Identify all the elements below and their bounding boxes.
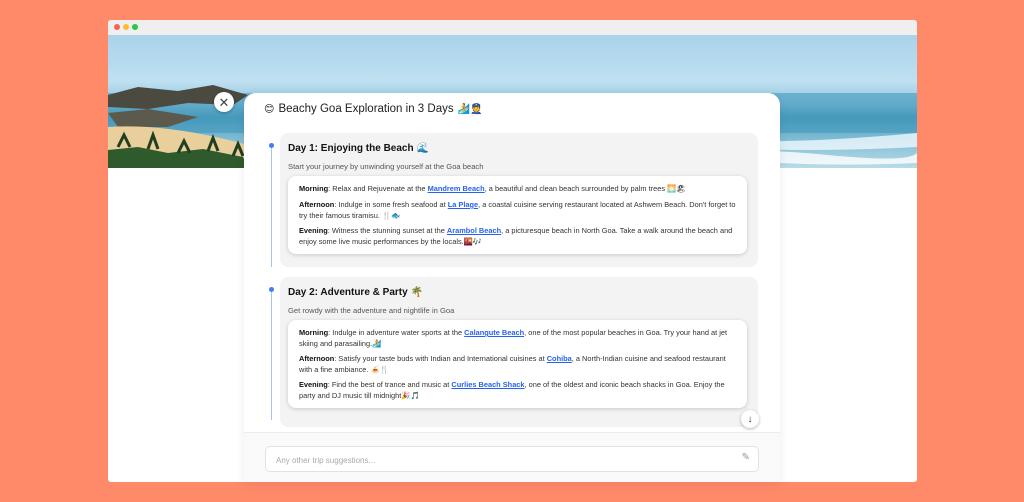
activity-text: , a beautiful and clean beach surrounded… [484,184,686,193]
pencil-icon[interactable]: ✎ [742,452,750,463]
place-link-curlies-beach-shack[interactable]: Curlies Beach Shack [451,380,524,389]
panel-title: 😊 Beachy Goa Exploration in 3 Days 🏄👮 [264,103,483,115]
window-maximize-dot[interactable] [132,24,138,30]
activity-label: Evening [299,226,328,235]
surfer-emoji-icon: 🏄👮 [457,103,483,115]
activity-text: : Relax and Rejuvenate at the [328,184,428,193]
activity-label: Morning [299,328,329,337]
scroll-down-button[interactable]: ↓ [741,410,759,428]
activity-afternoon: Afternoon: Indulge in some fresh seafood… [299,199,736,221]
activity-afternoon: Afternoon: Satisfy your taste buds with … [299,353,736,375]
activity-text: : Satisfy your taste buds with Indian an… [334,354,547,363]
window-titlebar [108,20,917,35]
chat-input-bar: ✎ [244,432,780,482]
day-subtitle: Start your journey by unwinding yourself… [288,162,484,171]
activity-label: Afternoon [299,354,335,363]
arrow-down-icon: ↓ [747,413,753,425]
day-activities: Morning: Relax and Rejuvenate at the Man… [288,176,747,254]
place-link-la-plage[interactable]: La Plage [448,200,478,209]
activity-label: Evening [299,380,328,389]
day-title: Day 2: Adventure & Party 🌴 [288,287,423,298]
day-title: Day 1: Enjoying the Beach 🌊 [288,143,429,154]
day-title-text: Day 1: Enjoying the Beach [288,143,414,154]
close-icon: ✕ [218,94,230,110]
place-link-mandrem-beach[interactable]: Mandrem Beach [428,184,485,193]
place-link-arambol-beach[interactable]: Arambol Beach [447,226,501,235]
day-card-1: Day 1: Enjoying the Beach 🌊 Start your j… [280,133,758,267]
palm-tree-emoji-icon: 🌴 [410,287,424,298]
day-subtitle: Get rowdy with the adventure and nightli… [288,306,455,315]
place-link-calangute-beach[interactable]: Calangute Beach [464,328,524,337]
timeline-line-day-1 [271,148,272,267]
timeline-line-day-2 [271,292,272,420]
activity-label: Morning [299,184,329,193]
activity-evening: Evening: Witness the stunning sunset at … [299,225,736,247]
activity-evening: Evening: Find the best of trance and mus… [299,379,736,401]
wave-emoji-icon: 🌊 [416,143,430,154]
place-link-cohiba[interactable]: Cohiba [547,354,572,363]
activity-text: : Indulge in adventure water sports at t… [328,328,465,337]
activity-morning: Morning: Relax and Rejuvenate at the Man… [299,183,736,194]
activity-morning: Morning: Indulge in adventure water spor… [299,327,736,349]
close-button[interactable]: ✕ [214,92,234,112]
activity-text: : Indulge in some fresh seafood at [334,200,448,209]
smile-emoji-icon: 😊 [264,103,275,115]
window-close-dot[interactable] [114,24,120,30]
panel-title-text: Beachy Goa Exploration in 3 Days [278,103,454,115]
suggestion-input-wrapper: ✎ [265,446,759,472]
activity-label: Afternoon [299,200,335,209]
suggestion-input[interactable] [274,451,728,469]
window-minimize-dot[interactable] [123,24,129,30]
day-card-2: Day 2: Adventure & Party 🌴 Get rowdy wit… [280,277,758,427]
day-title-text: Day 2: Adventure & Party [288,287,408,298]
activity-text: : Find the best of trance and music at [327,380,452,389]
activity-text: : Witness the stunning sunset at the [327,226,447,235]
itinerary-panel: 😊 Beachy Goa Exploration in 3 Days 🏄👮 Da… [244,93,780,482]
day-activities: Morning: Indulge in adventure water spor… [288,320,747,408]
